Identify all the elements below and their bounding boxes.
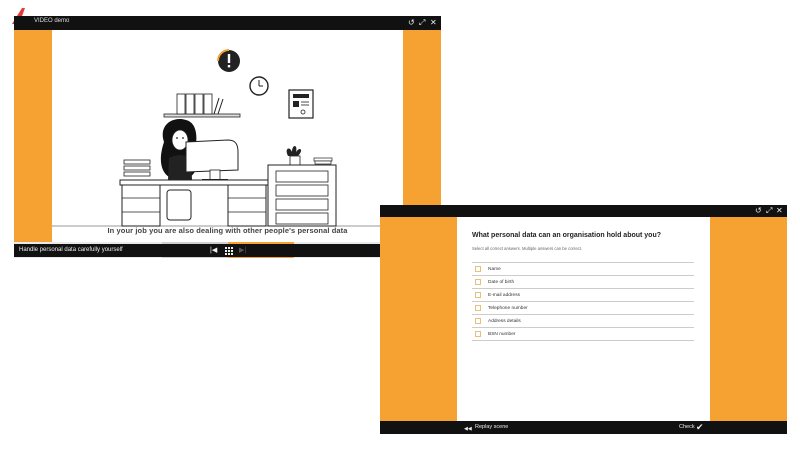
answer-label: BSN number [488, 331, 516, 337]
video-stage: In your job you are also dealing with ot… [14, 30, 441, 258]
answer-label: E-mail address [488, 292, 520, 298]
letter-tray [123, 159, 151, 177]
previous-icon[interactable]: |◀ [210, 246, 217, 256]
answer-option[interactable]: E-mail address [472, 289, 694, 302]
grid-menu-icon[interactable] [225, 247, 233, 255]
answer-option[interactable]: Address details [472, 315, 694, 328]
video-scene[interactable]: In your job you are also dealing with ot… [52, 30, 403, 244]
answer-label: Date of birth [488, 279, 515, 285]
answer-label: Telephone number [488, 305, 528, 311]
quiz-panel: What personal data can an organisation h… [457, 217, 710, 421]
drawer-cabinet [267, 164, 337, 227]
check-button[interactable]: Check [679, 424, 695, 430]
current-chapter-label: Handle personal data carefully yourself [19, 247, 123, 253]
answer-option[interactable]: BSN number [472, 328, 694, 341]
answer-label: Name [488, 266, 501, 272]
answer-label: Address details [488, 318, 521, 324]
question-instruction: Select all correct answers. Multiple ans… [472, 246, 583, 251]
checkmark-icon[interactable]: ✔ [696, 422, 704, 432]
plant-pot [286, 146, 302, 166]
warning-icon [217, 49, 240, 72]
answer-option[interactable]: Telephone number [472, 302, 694, 315]
checkbox[interactable] [475, 331, 481, 337]
replay-icon[interactable]: ↺ [755, 206, 762, 216]
video-player: VIDEO demo ↺ ⤢ ✕ In your job you are als… [14, 16, 441, 258]
answer-list: Name Date of birth E-mail address Teleph… [472, 262, 694, 341]
player-top-bar: VIDEO demo ↺ ⤢ ✕ [14, 16, 441, 30]
clock-icon [249, 76, 269, 96]
checkbox[interactable] [475, 266, 481, 272]
shelf-binders [163, 93, 241, 118]
wall-poster [288, 89, 314, 119]
close-icon[interactable]: ✕ [776, 206, 783, 216]
next-icon[interactable]: ▶| [239, 246, 246, 256]
answer-option[interactable]: Name [472, 263, 694, 276]
desk [119, 179, 269, 227]
checkbox[interactable] [475, 292, 481, 298]
close-icon[interactable]: ✕ [430, 18, 437, 28]
checkbox[interactable] [475, 305, 481, 311]
video-subtitle: In your job you are also dealing with ot… [107, 226, 348, 235]
question-title: What personal data can an organisation h… [472, 232, 662, 239]
player-bottom-bar: Handle personal data carefully yourself … [14, 244, 441, 257]
fullscreen-icon[interactable]: ⤢ [419, 18, 425, 28]
rewind-icon[interactable]: ◀◀ [464, 424, 472, 434]
book-stack [313, 157, 333, 165]
answer-option[interactable]: Date of birth [472, 276, 694, 289]
quiz-stage: What personal data can an organisation h… [380, 217, 787, 421]
quiz-bottom-bar: ◀◀ Replay scene Check ✔ [380, 421, 787, 434]
replay-scene-button[interactable]: Replay scene [475, 424, 508, 430]
checkbox[interactable] [475, 318, 481, 324]
office-illustration [52, 49, 403, 227]
fullscreen-icon[interactable]: ⤢ [766, 206, 772, 216]
quiz-player: ↺ ⤢ ✕ What personal data can an organisa… [380, 205, 787, 434]
player-title: VIDEO demo [34, 18, 70, 24]
checkbox[interactable] [475, 279, 481, 285]
quiz-top-bar: ↺ ⤢ ✕ [380, 205, 787, 217]
replay-icon[interactable]: ↺ [408, 18, 415, 28]
computer-monitor [185, 139, 239, 182]
